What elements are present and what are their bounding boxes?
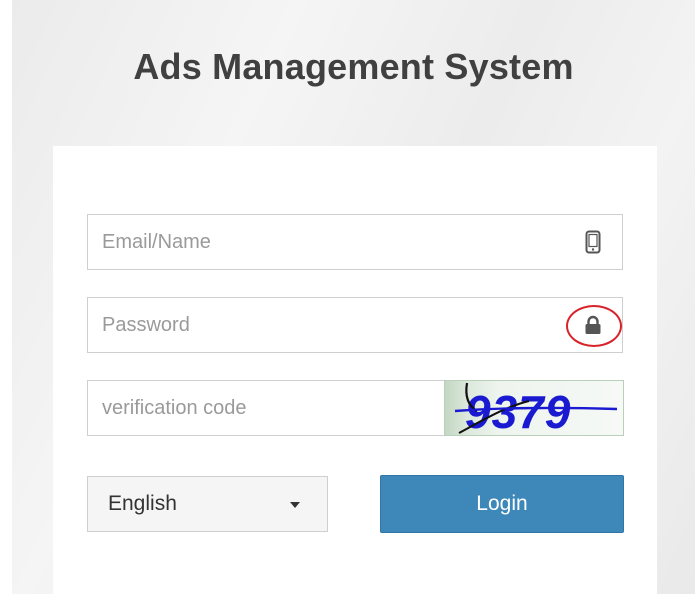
password-input[interactable] [88,298,542,352]
login-button[interactable]: Login [380,475,624,533]
language-selected-value: English [108,492,177,515]
page-title: Ads Management System [133,46,574,87]
mobile-phone-icon [580,229,606,255]
email-input[interactable] [88,215,542,269]
caret-down-icon [290,502,300,508]
verification-code-input[interactable] [88,381,432,435]
language-select[interactable]: English [87,476,328,532]
verification-field-container [87,380,445,436]
lock-icon-highlight [566,305,622,347]
email-field-container [87,214,623,270]
password-field-container [87,297,623,353]
captcha-image[interactable]: 9379 [444,380,624,436]
